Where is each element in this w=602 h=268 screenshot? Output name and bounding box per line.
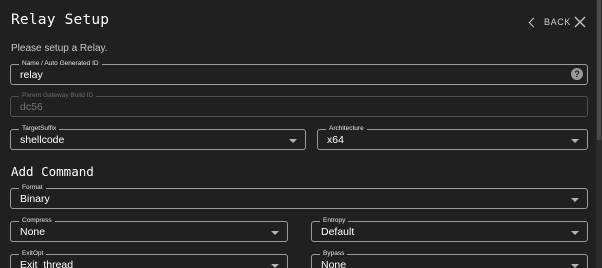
entropy-select[interactable]: Entropy Default [311,216,588,242]
chevron-down-icon [271,231,279,235]
compress-select[interactable]: Compress None [10,216,288,242]
relay-setup-dialog: Relay Setup BACK Please setup a Relay. N… [0,0,596,268]
name-field[interactable]: Name / Auto Generated ID relay ? [10,59,588,85]
chevron-down-icon [289,139,297,143]
entropy-label: Entropy [320,216,349,226]
target-suffix-value: shellcode [20,134,65,146]
dialog-title: Relay Setup [11,12,110,28]
bypass-label: Bypass [320,249,348,259]
bypass-value: None [321,259,347,268]
chevron-down-icon [571,139,579,143]
target-suffix-select[interactable]: TargetSuffix shellcode [10,124,306,150]
scrollbar[interactable] [596,0,602,268]
exitopt-select[interactable]: ExitOpt Exit_thread [10,249,288,268]
parent-gateway-label: Parent Gateway Build ID [19,91,97,101]
add-command-heading: Add Command [11,164,94,179]
dialog-subtitle: Please setup a Relay. [11,43,108,54]
help-icon[interactable]: ? [571,68,583,80]
parent-gateway-value: dc56 [20,101,43,113]
compress-value: None [20,226,46,238]
compress-label: Compress [19,216,55,226]
architecture-value: x64 [327,134,344,146]
close-icon[interactable] [573,15,587,29]
name-field-value: relay [20,69,43,81]
parent-gateway-field: Parent Gateway Build ID dc56 [10,91,588,117]
architecture-select[interactable]: Architecture x64 [317,124,588,150]
format-select[interactable]: Format Binary [10,183,588,209]
scrollbar-thumb[interactable] [597,0,601,140]
exitopt-value: Exit_thread [20,259,74,268]
architecture-label: Architecture [326,124,367,134]
entropy-value: Default [321,226,355,238]
format-value: Binary [20,193,50,205]
chevron-down-icon [271,264,279,268]
back-label: BACK [544,17,571,27]
chevron-down-icon [571,231,579,235]
target-suffix-label: TargetSuffix [19,124,60,134]
bypass-select[interactable]: Bypass None [311,249,588,268]
chevron-down-icon [571,264,579,268]
back-button[interactable]: BACK [528,17,571,28]
name-field-label: Name / Auto Generated ID [19,59,102,69]
chevron-left-icon [528,17,539,28]
format-label: Format [19,183,46,193]
exitopt-label: ExitOpt [19,249,47,259]
chevron-down-icon [571,198,579,202]
